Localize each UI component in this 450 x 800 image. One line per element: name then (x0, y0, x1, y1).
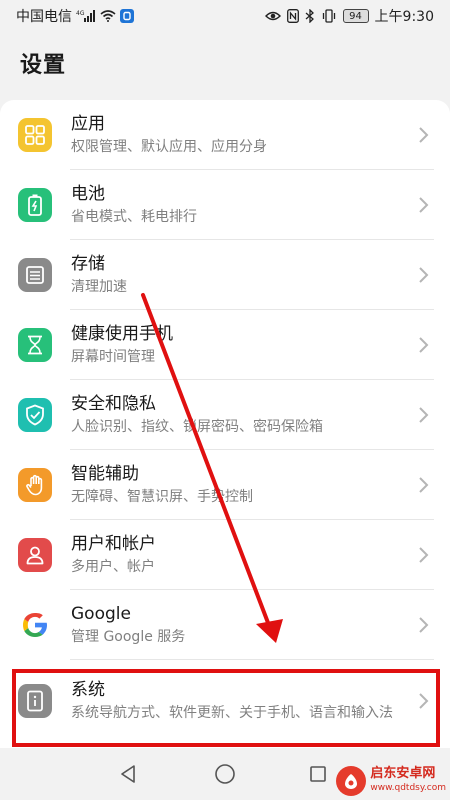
back-icon[interactable] (116, 762, 140, 786)
arrow-head (256, 619, 283, 643)
watermark: 启东安卓网 www.qdtdsy.com (336, 766, 446, 796)
annotation-arrow (141, 293, 283, 643)
recents-icon[interactable] (306, 762, 330, 786)
watermark-name: 启东安卓网 (370, 766, 436, 781)
watermark-logo-icon (336, 766, 367, 796)
home-icon[interactable] (213, 762, 237, 786)
watermark-url: www.qdtdsy.com (370, 783, 446, 793)
